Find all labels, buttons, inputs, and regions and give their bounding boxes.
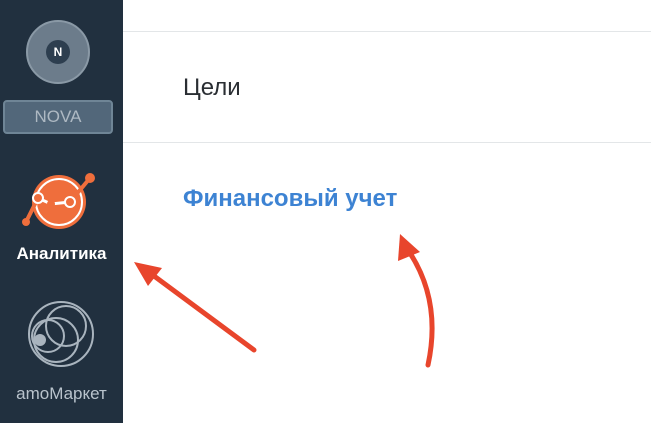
menu-item-goals[interactable]: Цели bbox=[183, 74, 241, 102]
market-circles-icon bbox=[28, 301, 94, 367]
divider bbox=[123, 142, 651, 143]
analytics-chart-icon bbox=[22, 173, 95, 229]
settings-menu: Цели Финансовый учет bbox=[123, 0, 651, 423]
divider bbox=[123, 31, 651, 32]
account-name-badge[interactable]: NOVA bbox=[3, 100, 113, 134]
sidebar-item-analytics[interactable]: Аналитика bbox=[0, 170, 123, 270]
avatar-letter: N bbox=[46, 40, 70, 64]
sidebar-item-amomarket[interactable]: amoМаркет bbox=[0, 296, 123, 416]
sidebar-item-label: Аналитика bbox=[16, 244, 107, 263]
sidebar-item-label: amoМаркет bbox=[16, 384, 107, 403]
sidebar: N NOVA Аналитика amoМаркет bbox=[0, 0, 123, 423]
account-avatar[interactable]: N bbox=[26, 20, 90, 84]
app-window: N NOVA Аналитика amoМаркет Цели Финансов… bbox=[0, 0, 651, 423]
menu-item-finance[interactable]: Финансовый учет bbox=[183, 185, 397, 213]
